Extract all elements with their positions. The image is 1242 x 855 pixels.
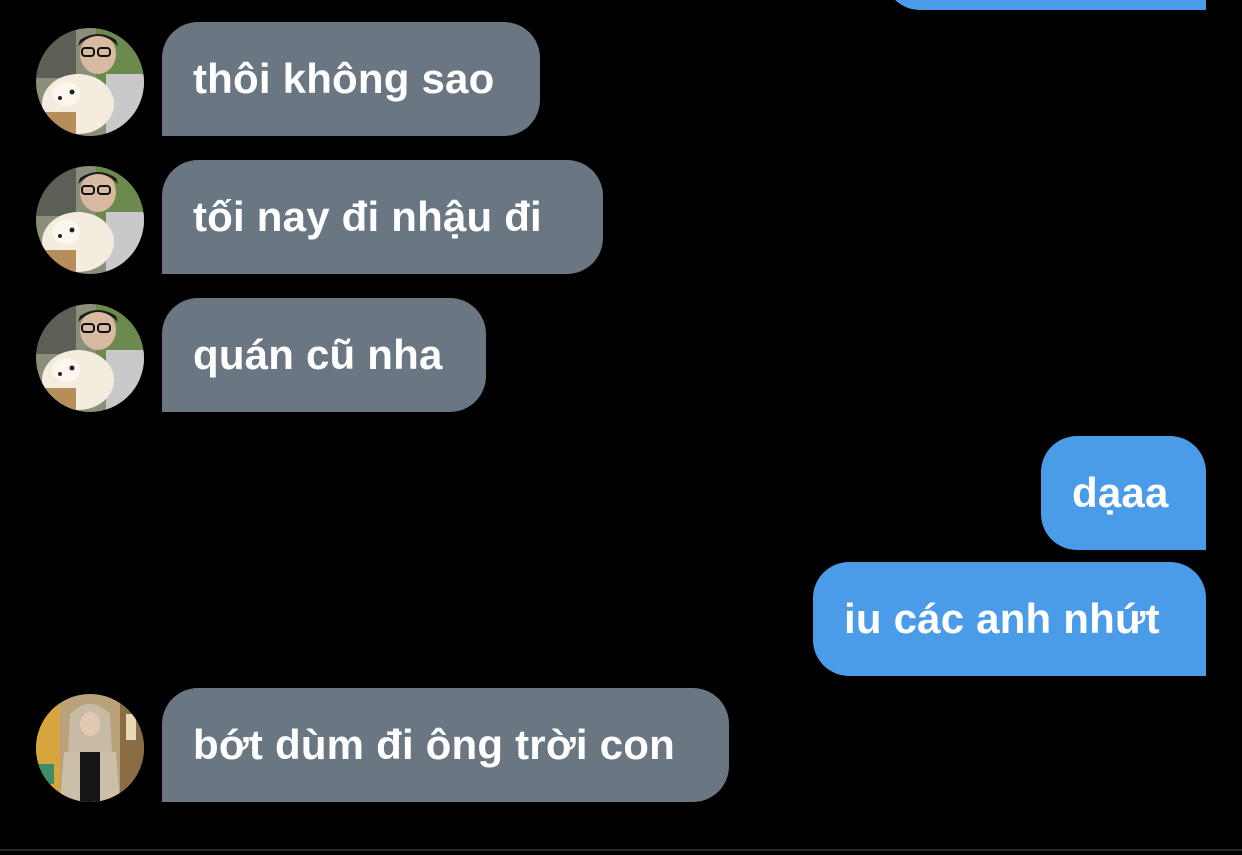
message-text: quán cũ nha [193,331,443,378]
sender-avatar[interactable] [36,28,144,136]
message-text: tối nay đi nhậu đi [193,193,542,240]
avatar-guy-with-dog-icon [36,166,144,274]
sender-avatar[interactable] [36,694,144,802]
outgoing-message-bubble[interactable]: dạaa [1041,436,1206,550]
message-text: bớt dùm đi ông trời con [193,721,675,768]
outgoing-message-bubble[interactable]: iu các anh nhứt [813,562,1206,676]
incoming-message-bubble[interactable]: thôi không sao [162,22,540,136]
message-text: iu các anh nhứt [844,595,1160,642]
incoming-message-bubble[interactable]: quán cũ nha [162,298,486,412]
avatar-hoodie-person-icon [36,694,144,802]
avatar-guy-with-dog-icon [36,28,144,136]
message-text: thôi không sao [193,55,495,102]
incoming-message-bubble[interactable]: bớt dùm đi ông trời con [162,688,729,802]
message-thread: thôi không sao tối nay đi nhậu đi quán c… [0,0,1242,855]
divider [0,849,1242,851]
sender-avatar[interactable] [36,304,144,412]
message-text: dạaa [1072,469,1169,516]
avatar-guy-with-dog-icon [36,304,144,412]
incoming-message-bubble[interactable]: tối nay đi nhậu đi [162,160,603,274]
outgoing-message-bubble-clipped[interactable] [884,0,1206,10]
sender-avatar[interactable] [36,166,144,274]
